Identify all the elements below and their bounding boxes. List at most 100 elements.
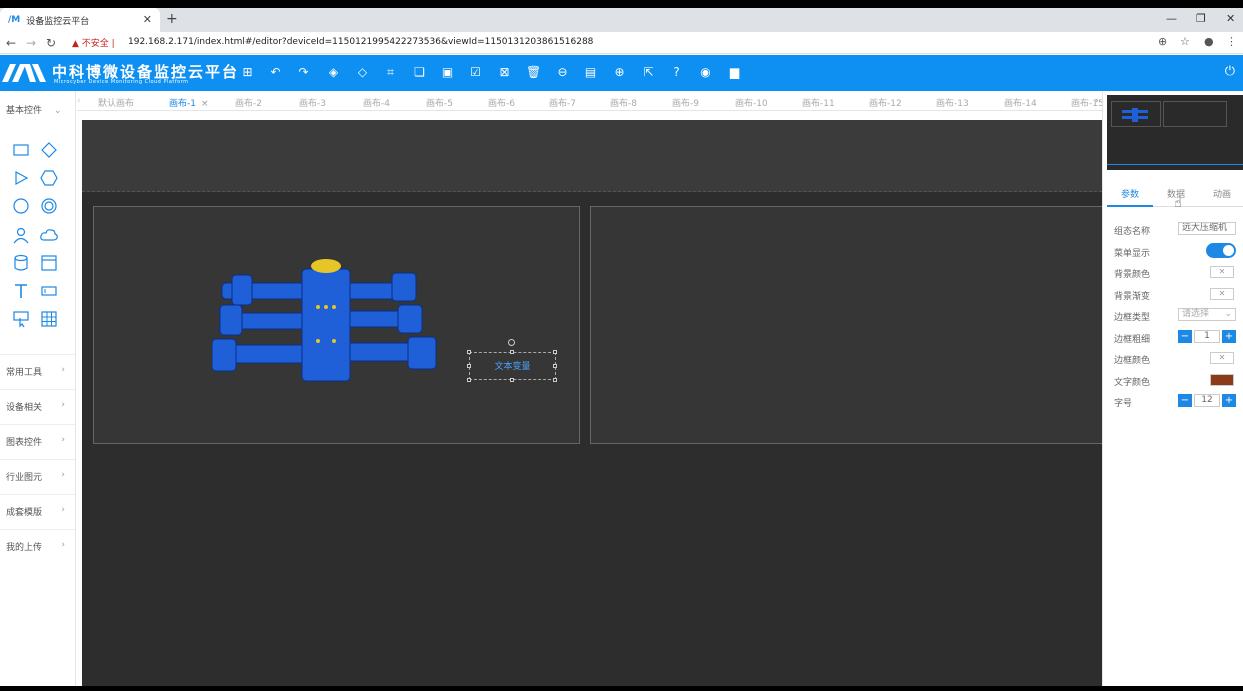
compressor-image[interactable] — [212, 253, 442, 393]
button-shape-icon[interactable] — [12, 310, 30, 328]
category-my-uploads[interactable]: 我的上传 › — [0, 529, 75, 564]
redo-icon[interactable]: ↷ — [296, 65, 311, 80]
tab-canvas-8[interactable]: 画布-8 — [610, 96, 637, 109]
tab-animation[interactable]: 动画 — [1199, 183, 1243, 207]
decrement-button[interactable]: − — [1178, 394, 1192, 407]
minimize-icon[interactable]: — — [1166, 12, 1177, 25]
category-industry-elements[interactable]: 行业图元 › — [0, 459, 75, 494]
increment-button[interactable]: + — [1222, 330, 1236, 343]
check-icon[interactable]: ☑ — [468, 65, 483, 80]
tab-canvas-4[interactable]: 画布-4 — [363, 96, 390, 109]
tab-default-canvas[interactable]: 默认画布 — [98, 96, 134, 109]
tab-canvas-11[interactable]: 画布-11 — [802, 96, 835, 109]
zoom-in-icon[interactable]: ⊕ — [612, 65, 627, 80]
decrement-button[interactable]: − — [1178, 330, 1192, 343]
resize-handle[interactable] — [553, 350, 557, 354]
rectangle-shape-icon[interactable] — [12, 141, 30, 159]
cylinder-shape-icon[interactable] — [12, 254, 30, 272]
increment-button[interactable]: + — [1222, 394, 1236, 407]
save-icon[interactable]: ▆ — [727, 65, 742, 80]
editor-canvas[interactable]: 文本变量 — [82, 120, 1102, 686]
restore-icon[interactable]: ❐ — [1196, 12, 1206, 25]
bg-color-picker[interactable]: ✕ — [1210, 266, 1234, 278]
tabs-scroll-right-icon[interactable]: › — [1095, 96, 1099, 106]
window-shape-icon[interactable] — [40, 254, 58, 272]
ring-shape-icon[interactable] — [40, 197, 58, 215]
tab-canvas-6[interactable]: 画布-6 — [488, 96, 515, 109]
category-common-tools[interactable]: 常用工具 › — [0, 354, 75, 389]
menu-display-toggle[interactable] — [1206, 243, 1236, 258]
person-shape-icon[interactable] — [12, 226, 30, 244]
resize-handle[interactable] — [467, 364, 471, 368]
undo-icon[interactable]: ↶ — [268, 65, 283, 80]
canvas-panel-right[interactable] — [590, 206, 1102, 444]
resize-handle[interactable] — [553, 364, 557, 368]
close-tab-icon[interactable]: ✕ — [143, 13, 152, 26]
tab-canvas-3[interactable]: 画布-3 — [299, 96, 326, 109]
canvas-panel-left[interactable]: 文本变量 — [93, 206, 580, 444]
input-box-shape-icon[interactable] — [40, 282, 58, 300]
back-icon[interactable]: ← — [6, 36, 16, 50]
bg-gradient-picker[interactable]: ✕ — [1210, 288, 1234, 300]
border-width-input[interactable]: 1 — [1194, 330, 1220, 343]
border-color-picker[interactable]: ✕ — [1210, 352, 1234, 364]
minimap-viewport[interactable] — [1107, 95, 1243, 165]
copy-icon[interactable]: ❏ — [412, 65, 427, 80]
text-variable-widget[interactable]: 文本变量 — [469, 352, 556, 380]
preview-icon[interactable]: ◉ — [698, 65, 713, 80]
tab-canvas-1[interactable]: 画布-1 × — [169, 96, 209, 109]
tab-canvas-10[interactable]: 画布-10 — [735, 96, 768, 109]
profile-icon[interactable]: ● — [1204, 35, 1214, 48]
tab-canvas-7[interactable]: 画布-7 — [549, 96, 576, 109]
new-tab-icon[interactable]: + — [166, 11, 178, 27]
fit-icon[interactable]: ▤ — [583, 65, 598, 80]
tab-params[interactable]: 参数 — [1107, 183, 1153, 207]
tabs-scroll-left-icon[interactable]: ‹ — [77, 96, 81, 106]
category-templates[interactable]: 成套模版 › — [0, 494, 75, 529]
circle-shape-icon[interactable] — [12, 197, 30, 215]
reload-icon[interactable]: ↻ — [46, 36, 56, 50]
delete-icon[interactable]: 🗑 — [526, 65, 541, 80]
layer-up-icon[interactable]: ◈ — [326, 65, 341, 80]
image-icon[interactable]: ⊠ — [497, 65, 512, 80]
resize-handle[interactable] — [510, 350, 514, 354]
zoom-out-icon[interactable]: ⊖ — [555, 65, 570, 80]
paste-icon[interactable]: ▣ — [440, 65, 455, 80]
bookmark-star-icon[interactable]: ☆ — [1180, 35, 1190, 48]
browser-tab[interactable]: /M 设备监控云平台 ✕ — [0, 8, 160, 32]
resize-handle[interactable] — [467, 378, 471, 382]
category-chart-controls[interactable]: 图表控件 › — [0, 424, 75, 459]
forward-icon[interactable]: → — [26, 36, 36, 50]
font-size-input[interactable]: 12 — [1194, 394, 1220, 407]
layer-down-icon[interactable]: ◇ — [355, 65, 370, 80]
crop-icon[interactable]: ⌗ — [383, 65, 398, 80]
close-window-icon[interactable]: ✕ — [1226, 12, 1235, 25]
power-icon[interactable]: ⏻ — [1225, 64, 1235, 79]
export-icon[interactable]: ⇱ — [641, 65, 656, 80]
text-shape-icon[interactable] — [12, 282, 30, 300]
rotate-handle[interactable] — [508, 339, 515, 346]
help-icon[interactable]: ? — [669, 65, 684, 80]
add-icon[interactable]: ⊞ — [240, 65, 255, 80]
minimap[interactable] — [1107, 95, 1243, 170]
category-device-related[interactable]: 设备相关 › — [0, 389, 75, 424]
security-warning[interactable]: ▲ 不安全 | — [72, 36, 115, 49]
triangle-shape-icon[interactable] — [12, 169, 30, 187]
tab-canvas-9[interactable]: 画布-9 — [672, 96, 699, 109]
zoom-icon[interactable]: ⊕ — [1158, 35, 1167, 48]
tab-canvas-2[interactable]: 画布-2 — [235, 96, 262, 109]
tab-canvas-13[interactable]: 画布-13 — [936, 96, 969, 109]
hexagon-shape-icon[interactable] — [40, 169, 58, 187]
diamond-shape-icon[interactable] — [40, 141, 58, 159]
close-tab-icon[interactable]: × — [201, 99, 209, 109]
basic-controls-header[interactable]: 基本控件 ⌄ — [6, 103, 62, 116]
config-name-input[interactable]: 远大压缩机 — [1178, 222, 1236, 235]
url-field[interactable]: 192.168.2.171/index.html#/editor?deviceI… — [128, 37, 593, 47]
border-type-select[interactable]: 请选择 ⌄ — [1178, 308, 1236, 321]
tab-canvas-12[interactable]: 画布-12 — [869, 96, 902, 109]
cloud-shape-icon[interactable] — [40, 226, 58, 244]
tab-canvas-14[interactable]: 画布-14 — [1004, 96, 1037, 109]
tab-canvas-5[interactable]: 画布-5 — [426, 96, 453, 109]
resize-handle[interactable] — [553, 378, 557, 382]
resize-handle[interactable] — [510, 378, 514, 382]
